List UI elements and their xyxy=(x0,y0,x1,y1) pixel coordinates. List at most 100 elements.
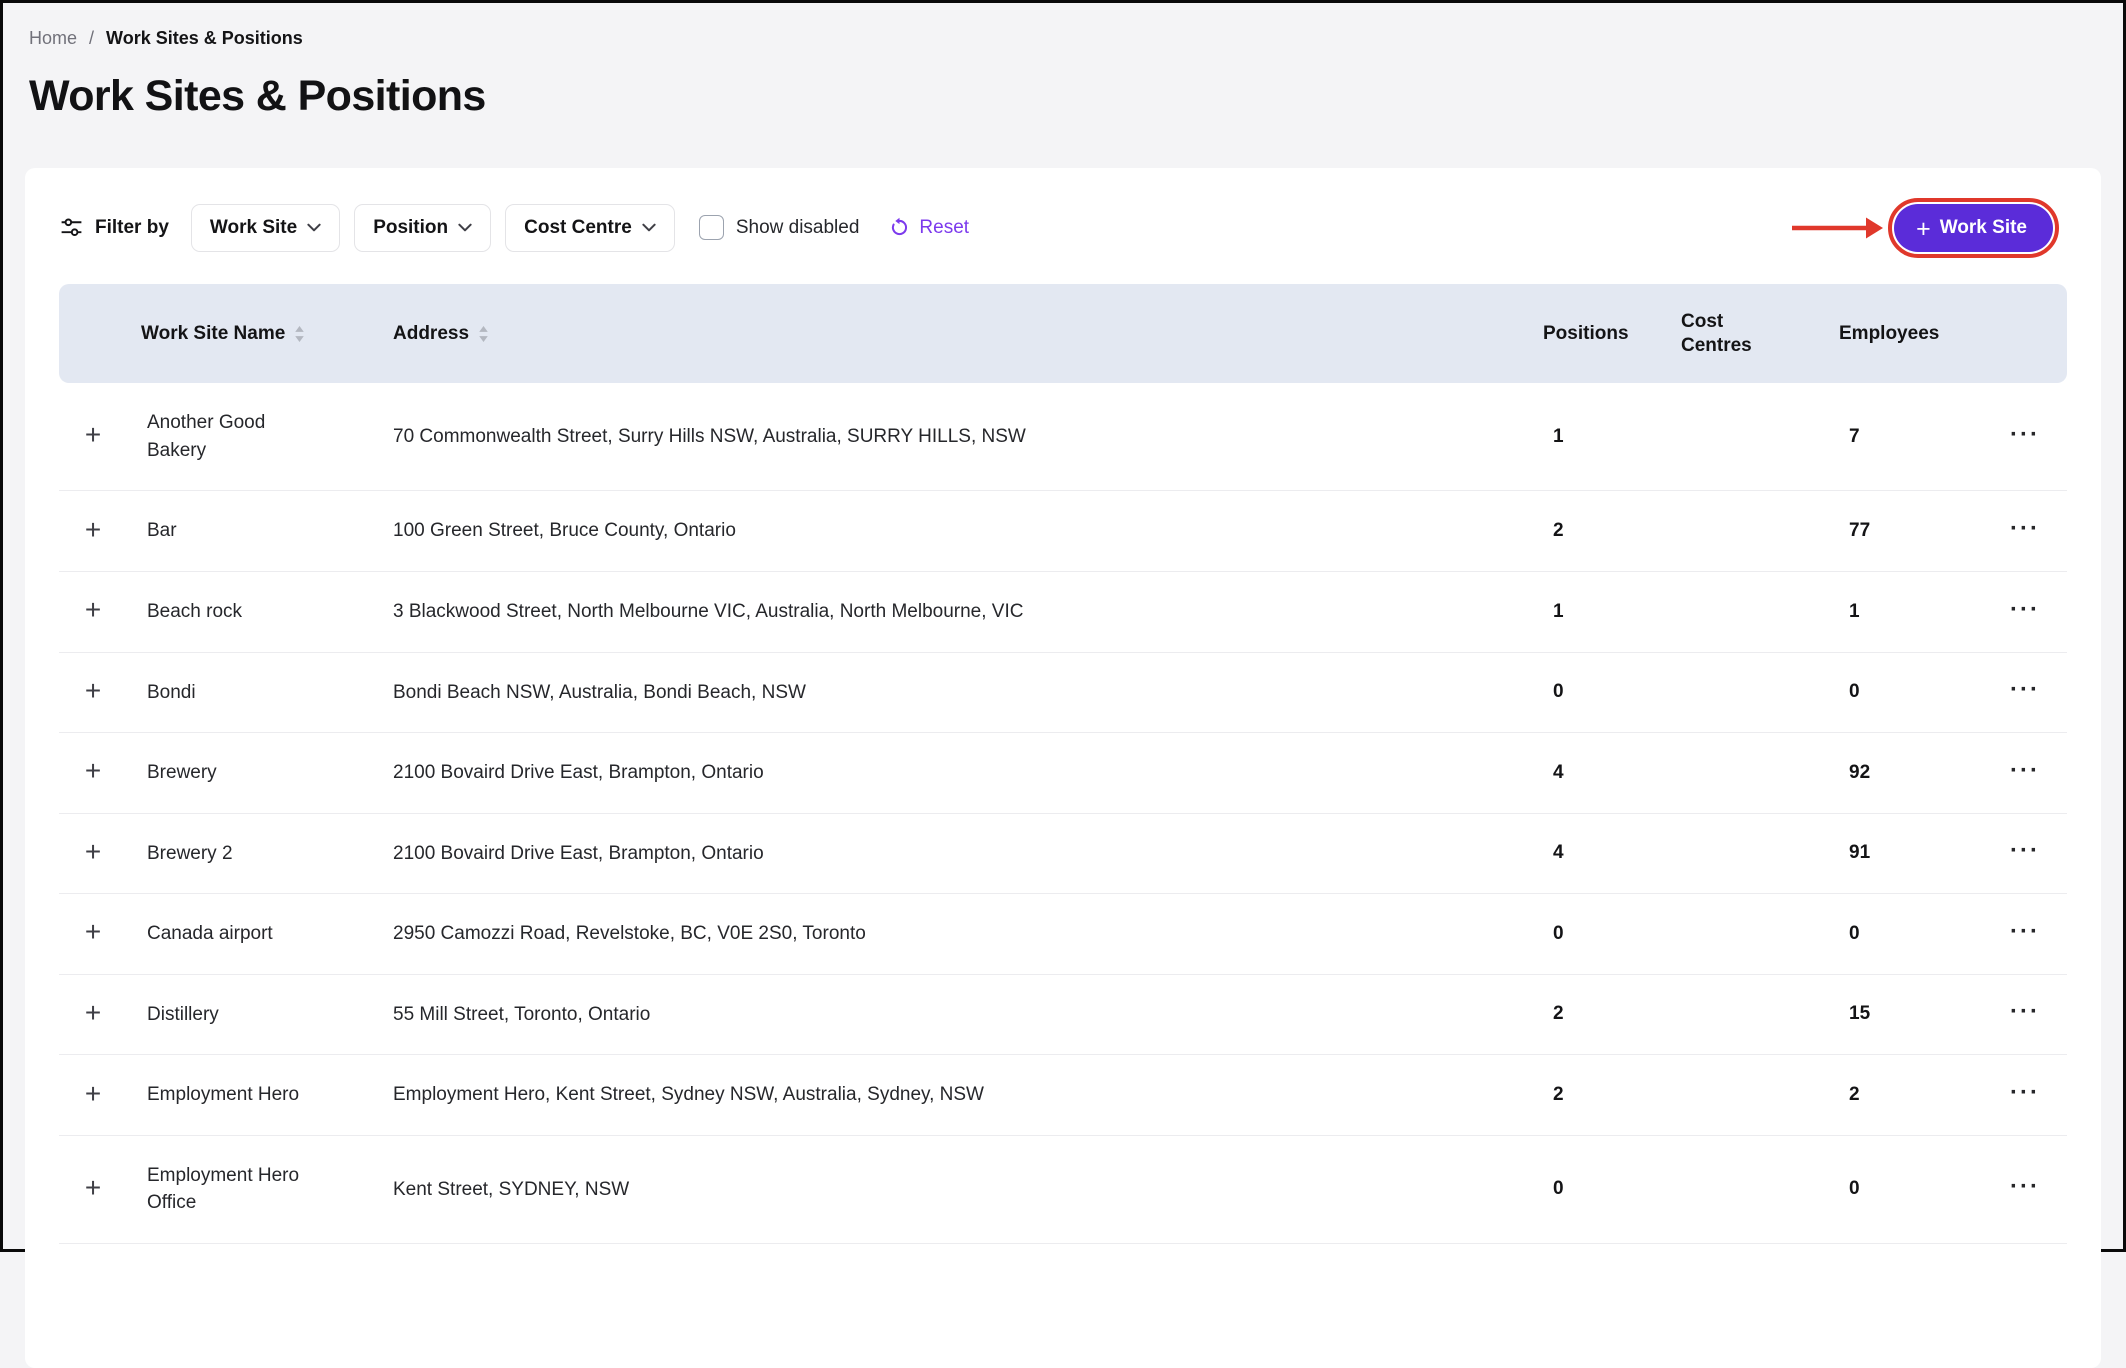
actions-cell: ··· xyxy=(1983,1135,2067,1243)
expand-row-button[interactable]: + xyxy=(77,1001,109,1025)
work-site-name-cell: Employment Hero Office xyxy=(127,1135,379,1243)
plus-icon: + xyxy=(85,836,101,867)
breadcrumb-current: Work Sites & Positions xyxy=(106,27,303,50)
row-actions-button[interactable]: ··· xyxy=(2004,1084,2046,1102)
expand-cell: + xyxy=(59,491,127,572)
ellipsis-icon: ··· xyxy=(2010,837,2040,864)
table-row: + Brewery 2 2100 Bovaird Drive East, Bra… xyxy=(59,813,2067,894)
actions-cell: ··· xyxy=(1983,1055,2067,1136)
show-disabled-checkbox[interactable] xyxy=(699,215,724,240)
breadcrumb: Home / Work Sites & Positions xyxy=(3,3,2123,50)
table-row: + Employment Hero Employment Hero, Kent … xyxy=(59,1055,2067,1136)
table-header: Work Site Name Address Positions Cost Ce… xyxy=(59,284,2067,384)
expand-row-button[interactable]: + xyxy=(77,920,109,944)
filter-cost-centre-dropdown[interactable]: Cost Centre xyxy=(505,204,675,252)
add-work-site-button[interactable]: + Work Site xyxy=(1894,204,2053,252)
expand-row-button[interactable]: + xyxy=(77,1176,109,1200)
ellipsis-icon: ··· xyxy=(2010,515,2040,542)
row-actions-button[interactable]: ··· xyxy=(2004,520,2046,538)
row-actions-button[interactable]: ··· xyxy=(2004,426,2046,444)
work-site-address: Employment Hero, Kent Street, Sydney NSW… xyxy=(379,1055,1529,1136)
row-actions-button[interactable]: ··· xyxy=(2004,1178,2046,1196)
plus-icon: + xyxy=(85,1172,101,1203)
show-disabled-label: Show disabled xyxy=(736,217,860,239)
work-site-name-cell: Another Good Bakery xyxy=(127,383,379,491)
row-actions-button[interactable]: ··· xyxy=(2004,842,2046,860)
reset-filters-button[interactable]: Reset xyxy=(889,217,969,239)
row-actions-button[interactable]: ··· xyxy=(2004,681,2046,699)
employees-count: 2 xyxy=(1825,1055,1983,1136)
plus-icon: + xyxy=(85,514,101,545)
row-actions-button[interactable]: ··· xyxy=(2004,762,2046,780)
expand-row-button[interactable]: + xyxy=(77,423,109,447)
positions-count: 2 xyxy=(1529,1055,1667,1136)
breadcrumb-separator: / xyxy=(89,27,94,50)
work-site-name: Distillery xyxy=(147,1001,323,1029)
expand-row-button[interactable]: + xyxy=(77,840,109,864)
expand-row-button[interactable]: + xyxy=(77,759,109,783)
expand-row-button[interactable]: + xyxy=(77,518,109,542)
sort-by-address[interactable]: Address xyxy=(393,323,1515,345)
expand-row-button[interactable]: + xyxy=(77,679,109,703)
table-body: + Another Good Bakery 70 Commonwealth St… xyxy=(59,383,2067,1243)
plus-icon: + xyxy=(85,916,101,947)
work-sites-card: Filter by Work Site Position Cost Centre… xyxy=(25,168,2101,1368)
expand-cell: + xyxy=(59,571,127,652)
table-row: + Another Good Bakery 70 Commonwealth St… xyxy=(59,383,2067,491)
column-header-work-site-name: Work Site Name xyxy=(127,284,379,384)
work-site-address: 3 Blackwood Street, North Melbourne VIC,… xyxy=(379,571,1529,652)
work-site-name: Beach rock xyxy=(147,598,323,626)
work-site-name: Another Good Bakery xyxy=(147,409,323,464)
expand-cell: + xyxy=(59,1055,127,1136)
filter-work-site-label: Work Site xyxy=(210,217,297,239)
expand-row-button[interactable]: + xyxy=(77,1082,109,1106)
actions-cell: ··· xyxy=(1983,383,2067,491)
cost-centres-cell xyxy=(1667,813,1825,894)
work-site-name: Employment Hero Office xyxy=(147,1162,323,1217)
ellipsis-icon: ··· xyxy=(2010,421,2040,448)
plus-icon: + xyxy=(85,419,101,450)
expand-row-button[interactable]: + xyxy=(77,598,109,622)
positions-count: 0 xyxy=(1529,652,1667,733)
row-actions-button[interactable]: ··· xyxy=(2004,1003,2046,1021)
positions-count: 1 xyxy=(1529,571,1667,652)
ellipsis-icon: ··· xyxy=(2010,676,2040,703)
filter-work-site-dropdown[interactable]: Work Site xyxy=(191,204,340,252)
add-work-site-wrap: + Work Site xyxy=(1894,204,2053,252)
chevron-down-icon xyxy=(458,223,472,232)
breadcrumb-home-link[interactable]: Home xyxy=(29,27,77,50)
actions-cell: ··· xyxy=(1983,813,2067,894)
expand-cell: + xyxy=(59,652,127,733)
row-actions-button[interactable]: ··· xyxy=(2004,923,2046,941)
reset-label: Reset xyxy=(919,217,969,239)
expand-cell: + xyxy=(59,383,127,491)
column-header-positions: Positions xyxy=(1529,284,1667,384)
actions-cell: ··· xyxy=(1983,491,2067,572)
cost-centres-cell xyxy=(1667,1055,1825,1136)
work-site-name: Bondi xyxy=(147,679,323,707)
employees-count: 0 xyxy=(1825,1135,1983,1243)
table-row: + Beach rock 3 Blackwood Street, North M… xyxy=(59,571,2067,652)
work-site-name-cell: Brewery 2 xyxy=(127,813,379,894)
sort-by-work-site-name[interactable]: Work Site Name xyxy=(141,323,365,345)
actions-cell: ··· xyxy=(1983,571,2067,652)
positions-count: 0 xyxy=(1529,1135,1667,1243)
column-header-cost-centres: Cost Centres xyxy=(1667,284,1825,384)
filter-position-dropdown[interactable]: Position xyxy=(354,204,491,252)
expand-cell: + xyxy=(59,1135,127,1243)
table-row: + Employment Hero Office Kent Street, SY… xyxy=(59,1135,2067,1243)
work-site-name-cell: Bondi xyxy=(127,652,379,733)
work-site-name: Bar xyxy=(147,517,323,545)
ellipsis-icon: ··· xyxy=(2010,998,2040,1025)
work-site-name: Brewery xyxy=(147,759,323,787)
work-site-address: Bondi Beach NSW, Australia, Bondi Beach,… xyxy=(379,652,1529,733)
positions-count: 0 xyxy=(1529,894,1667,975)
work-site-name-cell: Beach rock xyxy=(127,571,379,652)
employees-count: 0 xyxy=(1825,652,1983,733)
row-actions-button[interactable]: ··· xyxy=(2004,601,2046,619)
employees-count: 1 xyxy=(1825,571,1983,652)
table-row: + Bar 100 Green Street, Bruce County, On… xyxy=(59,491,2067,572)
address-header-label: Address xyxy=(393,323,469,345)
plus-icon: + xyxy=(85,594,101,625)
filter-cost-centre-label: Cost Centre xyxy=(524,217,632,239)
